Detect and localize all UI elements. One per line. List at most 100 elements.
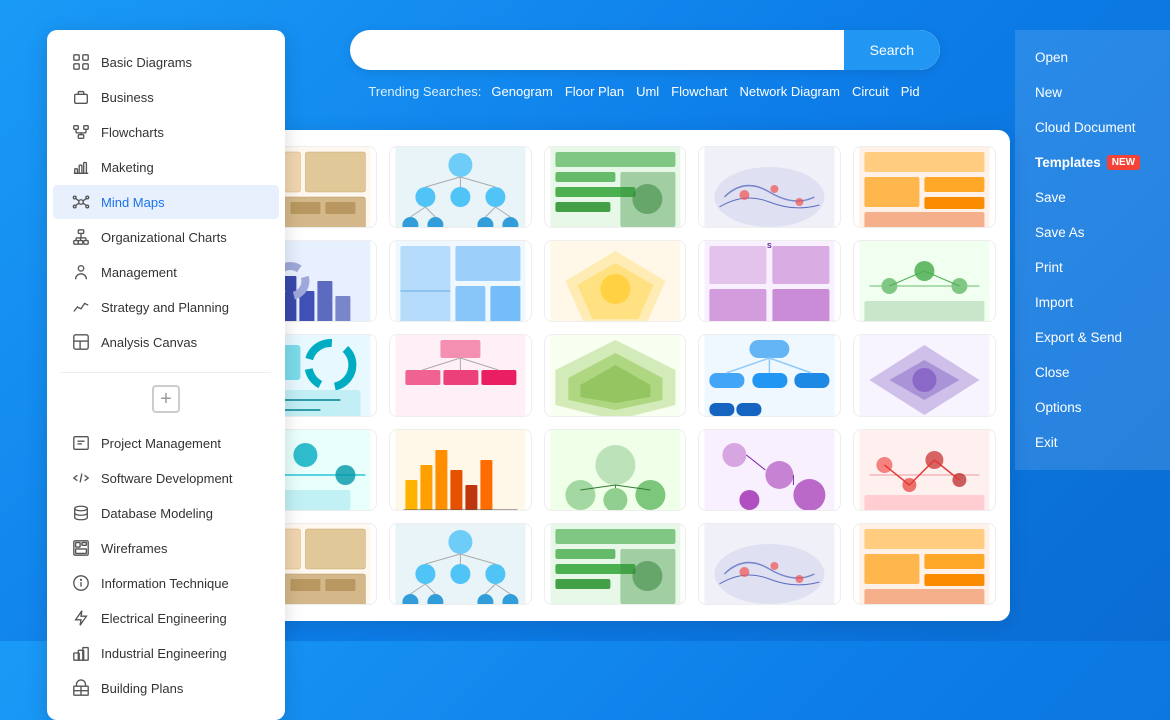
right-panel-item-label: Templates (1035, 155, 1101, 170)
org-icon (71, 227, 91, 247)
template-card[interactable]: S Company SWOT (698, 240, 841, 322)
search-area: Search Trending Searches: GenogramFloor … (330, 30, 960, 99)
search-input[interactable] (350, 30, 844, 70)
template-card[interactable]: Enhance Competitit... (544, 146, 687, 228)
svg-text:S: S (767, 243, 772, 250)
template-card[interactable]: Business Matrix ... (853, 334, 996, 416)
right-panel-item-exit[interactable]: Exit (1015, 425, 1170, 460)
template-card[interactable]: Redesign Website... (544, 240, 687, 322)
sidebar-item-database-modeling[interactable]: Database Modeling (53, 496, 279, 530)
sidebar-item-organizational-charts[interactable]: Organizational Charts (53, 220, 279, 254)
build-icon (71, 678, 91, 698)
sidebar-item-analysis-canvas[interactable]: Analysis Canvas (53, 325, 279, 359)
trending-tag-floor-plan[interactable]: Floor Plan (563, 84, 626, 99)
grid-icon (71, 52, 91, 72)
search-bar: Search (350, 30, 940, 70)
sidebar-top-section: Basic Diagrams BusinessFlowchartsMaketing… (47, 40, 285, 364)
sidebar-item-strategy-and-planning[interactable]: Strategy and Planning (53, 290, 279, 324)
template-card[interactable]: English Part Of Sp... (544, 429, 687, 511)
right-panel-item-close[interactable]: Close (1015, 355, 1170, 390)
sidebar-item-label: Basic Diagrams (101, 55, 192, 70)
sidebar-item-industrial-engineering[interactable]: Industrial Engineering (53, 636, 279, 670)
indus-icon (71, 643, 91, 663)
sidebar-item-label: Information Technique (101, 576, 229, 591)
template-thumb (545, 335, 686, 416)
template-card[interactable]: Department Org Chart (389, 334, 532, 416)
sidebar-item-label: Industrial Engineering (101, 646, 227, 661)
trending-tag-pid[interactable]: Pid (899, 84, 922, 99)
template-card[interactable]: Column Chart an... (389, 429, 532, 511)
sidebar-item-electrical-engineering[interactable]: Electrical Engineering (53, 601, 279, 635)
sidebar-item-label: Wireframes (101, 541, 167, 556)
trending-tag-flowchart[interactable]: Flowchart (669, 84, 729, 99)
template-card[interactable]: Desalination Experi... (853, 240, 996, 322)
flow-icon (71, 122, 91, 142)
template-card[interactable] (698, 523, 841, 605)
trending-tag-network-diagram[interactable]: Network Diagram (738, 84, 842, 99)
template-thumb (854, 524, 995, 605)
right-panel-item-save[interactable]: Save (1015, 180, 1170, 215)
template-card[interactable] (544, 523, 687, 605)
template-card[interactable]: Home Plan 3 (389, 240, 532, 322)
right-panel-item-label: Options (1035, 400, 1082, 415)
code-icon (71, 468, 91, 488)
wire-icon (71, 538, 91, 558)
template-card[interactable]: Org Chart Set 3 (389, 146, 532, 228)
template-thumb (699, 147, 840, 228)
right-panel-item-print[interactable]: Print (1015, 250, 1170, 285)
sidebar-item-basic-diagrams[interactable]: Basic Diagrams (53, 45, 279, 79)
proj-icon (71, 433, 91, 453)
sidebar-item-building-plans[interactable]: Building Plans (53, 671, 279, 705)
right-panel-item-label: Save As (1035, 225, 1085, 240)
trending-tag-circuit[interactable]: Circuit (850, 84, 891, 99)
right-panel-item-label: Open (1035, 50, 1068, 65)
right-panel-item-import[interactable]: Import (1015, 285, 1170, 320)
sidebar-item-mind-maps[interactable]: Mind Maps (53, 185, 279, 219)
right-panel-item-save-as[interactable]: Save As (1015, 215, 1170, 250)
sidebar-item-information-technique[interactable]: Information Technique (53, 566, 279, 600)
template-card[interactable]: Life Plan (853, 429, 996, 511)
sidebar-item-flowcharts[interactable]: Flowcharts (53, 115, 279, 149)
sidebar-item-management[interactable]: Management (53, 255, 279, 289)
search-button[interactable]: Search (844, 30, 940, 70)
sidebar-item-project-management[interactable]: Project Management (53, 426, 279, 460)
sidebar-item-label: Software Development (101, 471, 233, 486)
sidebar-item-label: Mind Maps (101, 195, 165, 210)
right-panel-item-templates[interactable]: TemplatesNEW (1015, 145, 1170, 180)
right-panel-item-label: Cloud Document (1035, 120, 1136, 135)
add-section-button[interactable]: + (152, 385, 180, 413)
template-thumb (390, 524, 531, 605)
template-card[interactable]: Flowchart Sample (698, 429, 841, 511)
sidebar-item-label: Strategy and Planning (101, 300, 229, 315)
template-thumb (390, 241, 531, 322)
sidebar-item-label: Project Management (101, 436, 221, 451)
sidebar-item-label: Organizational Charts (101, 230, 227, 245)
template-grid: Home Plan 1 Org Chart Set 3 Enh (220, 130, 1010, 621)
elec-icon (71, 608, 91, 628)
sidebar-item-business[interactable]: Business (53, 80, 279, 114)
trending-tag-uml[interactable]: Uml (634, 84, 661, 99)
template-card[interactable]: City Competitivene... (853, 146, 996, 228)
sidebar-item-maketing[interactable]: Maketing (53, 150, 279, 184)
right-panel-item-open[interactable]: Open (1015, 40, 1170, 75)
right-panel-item-export-&-send[interactable]: Export & Send (1015, 320, 1170, 355)
strategy-icon (71, 297, 91, 317)
template-card[interactable]: Org Chart Set 2 (698, 334, 841, 416)
template-thumb (854, 241, 995, 322)
bar-icon (71, 157, 91, 177)
right-panel-item-cloud-document[interactable]: Cloud Document (1015, 110, 1170, 145)
sidebar-item-software-development[interactable]: Software Development (53, 461, 279, 495)
template-card[interactable] (389, 523, 532, 605)
template-card[interactable] (853, 523, 996, 605)
sidebar-item-label: Electrical Engineering (101, 611, 227, 626)
template-card[interactable]: World Map 2 (698, 146, 841, 228)
template-thumb (545, 524, 686, 605)
right-panel-item-new[interactable]: New (1015, 75, 1170, 110)
sidebar-item-wireframes[interactable]: Wireframes (53, 531, 279, 565)
template-card[interactable]: 2D Block 23 (544, 334, 687, 416)
trending-tag-genogram[interactable]: Genogram (489, 84, 554, 99)
right-panel-item-label: Save (1035, 190, 1066, 205)
trending-searches: Trending Searches: GenogramFloor PlanUml… (368, 84, 921, 99)
manage-icon (71, 262, 91, 282)
right-panel-item-options[interactable]: Options (1015, 390, 1170, 425)
